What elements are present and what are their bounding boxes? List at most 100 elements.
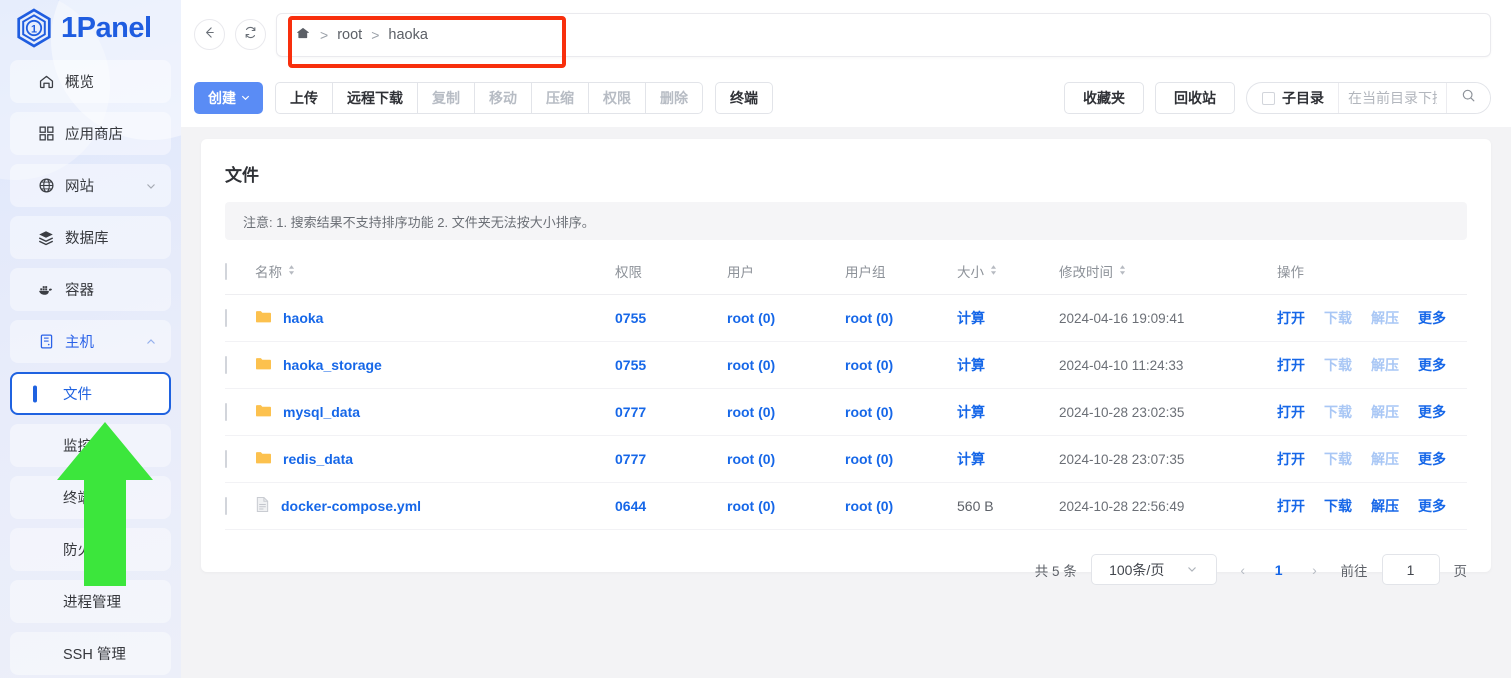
sidebar-item-container[interactable]: 容器 [10,268,171,311]
user-link[interactable]: root (0) [727,451,775,467]
op-more[interactable]: 更多 [1418,449,1446,469]
size-compute-link[interactable]: 计算 [957,404,985,420]
op-download[interactable]: 下载 [1324,496,1352,516]
op-extract[interactable]: 解压 [1371,355,1399,375]
delete-button[interactable]: 删除 [646,82,703,114]
file-name-link[interactable]: docker-compose.yml [281,498,421,514]
sidebar-item-host[interactable]: 主机 [10,320,171,363]
group-link[interactable]: root (0) [845,310,893,326]
subdirectory-checkbox[interactable]: 子目录 [1247,83,1338,113]
op-more[interactable]: 更多 [1418,402,1446,422]
row-checkbox[interactable] [225,309,227,327]
search-input[interactable] [1338,83,1446,113]
user-link[interactable]: root (0) [727,310,775,326]
row-checkbox[interactable] [225,450,227,468]
sidebar-item-overview[interactable]: 概览 [10,60,171,103]
op-download[interactable]: 下载 [1324,449,1352,469]
column-header-modified-time[interactable]: 修改时间 [1059,254,1277,295]
table-row[interactable]: mysql_data 0777 root (0) root (0) 计算 202… [225,389,1467,436]
goto-page-input[interactable] [1382,554,1440,585]
copy-button[interactable]: 复制 [418,82,475,114]
group-link[interactable]: root (0) [845,357,893,373]
op-download[interactable]: 下载 [1324,402,1352,422]
sidebar-item-database[interactable]: 数据库 [10,216,171,259]
compress-button[interactable]: 压缩 [532,82,589,114]
op-extract[interactable]: 解压 [1371,402,1399,422]
file-name-link[interactable]: redis_data [283,451,353,467]
file-name-link[interactable]: mysql_data [283,404,360,420]
table-row[interactable]: haoka 0755 root (0) root (0) 计算 2024-04-… [225,295,1467,342]
file-name-link[interactable]: haoka [283,310,323,326]
sidebar-item-firewall[interactable]: 防火墙 [10,528,171,571]
sidebar-item-files[interactable]: 文件 [10,372,171,415]
breadcrumb-segment-root[interactable]: root [337,27,362,43]
permission-link[interactable]: 0777 [615,404,646,420]
sort-icon[interactable] [287,264,296,279]
user-link[interactable]: root (0) [727,498,775,514]
op-more[interactable]: 更多 [1418,308,1446,328]
group-link[interactable]: root (0) [845,498,893,514]
op-more[interactable]: 更多 [1418,355,1446,375]
home-filled-icon[interactable] [295,25,311,45]
move-button[interactable]: 移动 [475,82,532,114]
recycle-bin-button[interactable]: 回收站 [1155,82,1235,114]
upload-button[interactable]: 上传 [275,82,333,114]
permission-link[interactable]: 0755 [615,357,646,373]
permission-link[interactable]: 0644 [615,498,646,514]
refresh-button[interactable] [235,19,266,50]
page-size-select[interactable]: 100条/页 [1091,554,1217,585]
prev-page-button[interactable]: ‹ [1231,562,1255,578]
search-button[interactable] [1446,83,1490,113]
sort-icon[interactable] [1118,264,1127,279]
create-button[interactable]: 创建 [194,82,263,114]
back-button[interactable] [194,19,225,50]
size-compute-link[interactable]: 计算 [957,310,985,326]
row-checkbox[interactable] [225,356,227,374]
file-name-link[interactable]: haoka_storage [283,357,382,373]
next-page-button[interactable]: › [1303,562,1327,578]
sort-icon[interactable] [989,264,998,279]
sidebar-item-process[interactable]: 进程管理 [10,580,171,623]
column-header-name[interactable]: 名称 [255,254,615,295]
sidebar-item-ssh[interactable]: SSH 管理 [10,632,171,675]
breadcrumb-segment-haoka[interactable]: haoka [388,27,428,43]
table-row[interactable]: haoka_storage 0755 root (0) root (0) 计算 … [225,342,1467,389]
permission-button[interactable]: 权限 [589,82,646,114]
size-compute-link[interactable]: 计算 [957,451,985,467]
sidebar-item-terminal[interactable]: 终端 [10,476,171,519]
remote-download-button[interactable]: 远程下载 [333,82,418,114]
chevron-up-icon[interactable] [145,336,157,348]
row-checkbox[interactable] [225,497,227,515]
op-open[interactable]: 打开 [1277,308,1305,328]
permission-link[interactable]: 0777 [615,451,646,467]
sidebar-item-app-store[interactable]: 应用商店 [10,112,171,155]
page-number-1[interactable]: 1 [1269,562,1289,578]
sidebar-item-website[interactable]: 网站 [10,164,171,207]
permission-link[interactable]: 0755 [615,310,646,326]
op-extract[interactable]: 解压 [1371,308,1399,328]
op-download[interactable]: 下载 [1324,308,1352,328]
terminal-button[interactable]: 终端 [715,82,773,114]
table-row[interactable]: redis_data 0777 root (0) root (0) 计算 202… [225,436,1467,483]
group-link[interactable]: root (0) [845,404,893,420]
op-more[interactable]: 更多 [1418,496,1446,516]
op-open[interactable]: 打开 [1277,355,1305,375]
sidebar-item-monitor[interactable]: 监控 [10,424,171,467]
user-link[interactable]: root (0) [727,404,775,420]
chevron-down-icon[interactable] [145,180,157,192]
op-extract[interactable]: 解压 [1371,449,1399,469]
favorites-button[interactable]: 收藏夹 [1064,82,1144,114]
user-link[interactable]: root (0) [727,357,775,373]
group-link[interactable]: root (0) [845,451,893,467]
column-header-size[interactable]: 大小 [957,254,1059,295]
select-all-checkbox[interactable] [225,263,227,280]
op-extract[interactable]: 解压 [1371,496,1399,516]
op-open[interactable]: 打开 [1277,496,1305,516]
row-checkbox[interactable] [225,403,227,421]
breadcrumb[interactable]: > root > haoka [276,13,1491,57]
op-download[interactable]: 下载 [1324,355,1352,375]
size-compute-link[interactable]: 计算 [957,357,985,373]
op-open[interactable]: 打开 [1277,449,1305,469]
op-open[interactable]: 打开 [1277,402,1305,422]
table-row[interactable]: docker-compose.yml 0644 root (0) root (0… [225,483,1467,530]
